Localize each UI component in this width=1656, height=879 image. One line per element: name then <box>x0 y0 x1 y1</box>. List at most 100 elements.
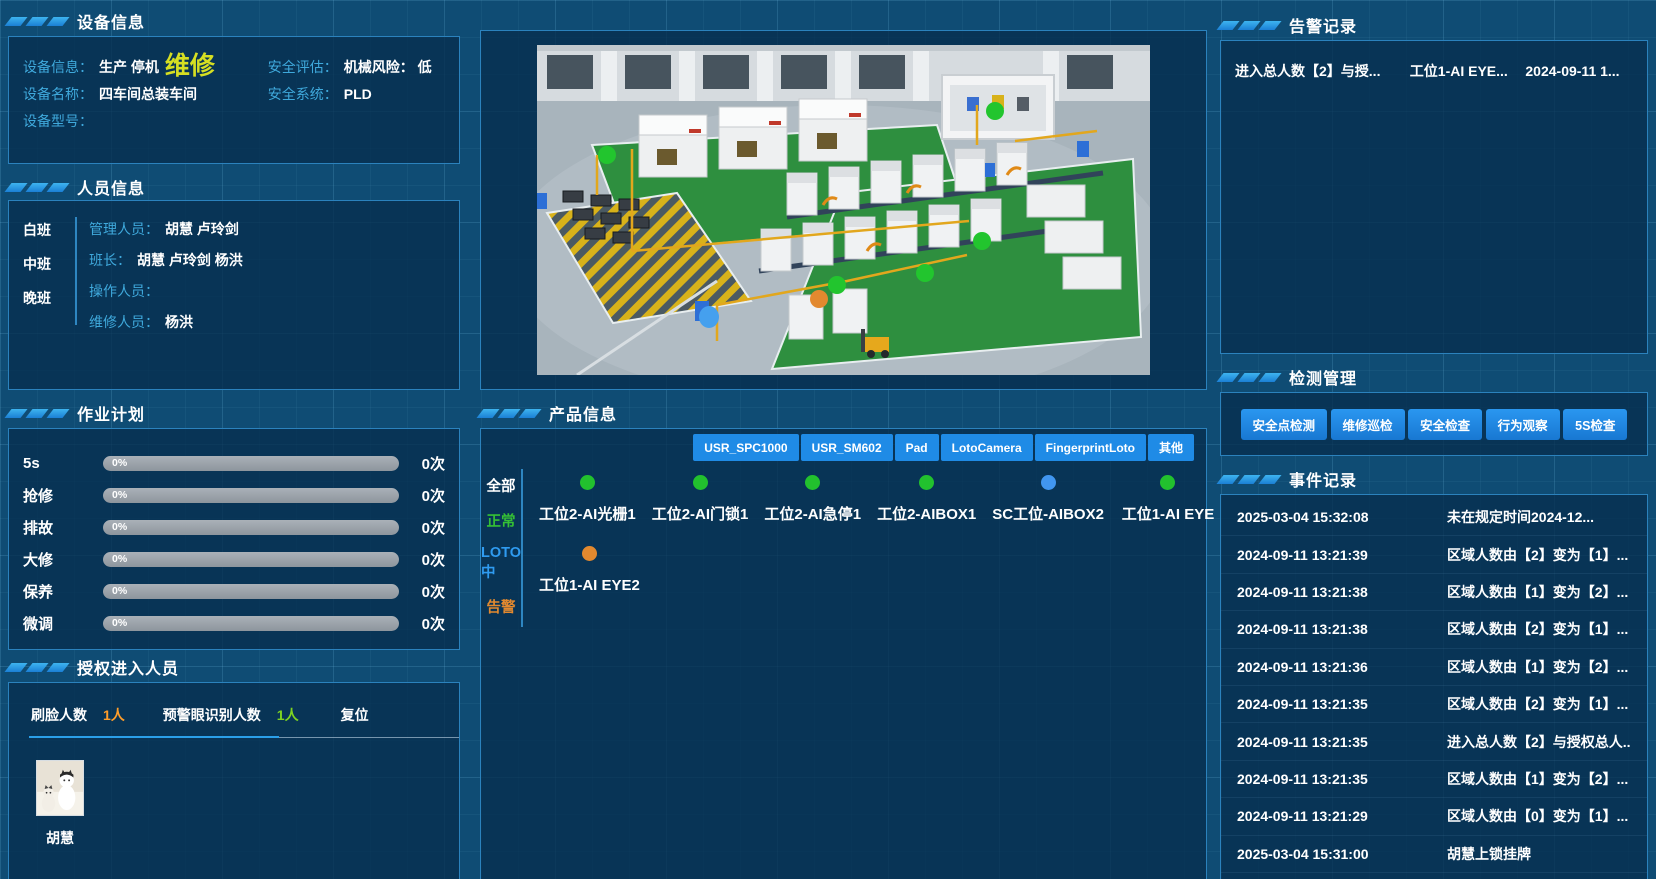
event-time: 2025-03-04 15:32:08 <box>1237 509 1447 525</box>
tab-loto[interactable]: LOTO中 <box>481 545 521 582</box>
event-records-title: 事件记录 <box>1289 467 1357 491</box>
safety-point-check-button[interactable]: 安全点检测 <box>1241 409 1328 440</box>
device-row: 工位2-AI光栅1 工位2-AI门锁1 工位2-AI急停1 工位2-A <box>539 469 1216 524</box>
alarm-device: 工位1-AI EYE... <box>1410 61 1518 81</box>
event-row[interactable]: 2024-09-11 13:21:38 区域人数由【1】变为【2】... <box>1221 574 1647 611</box>
device-name: 工位1-AI EYE2 <box>539 574 640 595</box>
device-item[interactable]: SC工位-AIBOX2 <box>992 469 1104 524</box>
event-time: 2024-09-11 13:21:35 <box>1237 771 1447 787</box>
product-info-panel: USR_SPC1000 USR_SM602 Pad LotoCamera Fin… <box>480 428 1207 879</box>
progress-percent: 0% <box>103 617 127 629</box>
product-status-tabs: 全部 正常 LOTO中 告警 <box>481 469 523 627</box>
event-row[interactable]: 2025-03-04 15:31:00 胡慧上锁挂牌 <box>1221 836 1647 873</box>
event-row[interactable]: 2024-09-11 13:21:38 区域人数由【2】变为【1】... <box>1221 611 1647 648</box>
plan-count: 0次 <box>399 549 445 570</box>
safety-system-value: PLD <box>344 86 372 102</box>
personnel-header: 人员信息 <box>8 176 145 198</box>
plan-count: 0次 <box>399 613 445 634</box>
tab-eye-count[interactable]: 预警眼识别人数 <box>163 705 261 725</box>
work-plan-panel: 5s 0% 0次 抢修 0% 0次 排故 0% 0次 大修 0% 0次 <box>8 428 460 650</box>
progress-bar: 0% <box>103 520 399 535</box>
filter-fingerprintloto-button[interactable]: FingerprintLoto <box>1035 434 1146 461</box>
personnel-panel: 白班 中班 晚班 管理人员： 胡慧 卢玲剑 班长： 胡慧 卢玲剑 杨洪 操作 <box>8 200 460 390</box>
event-records-header: 事件记录 <box>1220 468 1357 490</box>
event-row[interactable]: 2024-09-11 13:21:35 区域人数由【1】变为【2】... <box>1221 761 1647 798</box>
tab-day-shift[interactable]: 白班 <box>23 220 69 240</box>
product-filter-buttons: USR_SPC1000 USR_SM602 Pad LotoCamera Fin… <box>693 434 1194 461</box>
tab-alarm[interactable]: 告警 <box>487 596 516 617</box>
person-photo <box>36 760 84 816</box>
maintenance-patrol-button[interactable]: 维修巡检 <box>1331 409 1405 440</box>
event-message: 区域人数由【2】变为【1】... <box>1447 694 1631 714</box>
device-status-highlight: 维修 <box>165 54 215 79</box>
reset-button[interactable]: 复位 <box>341 705 369 725</box>
manager-value: 胡慧 卢玲剑 <box>165 219 239 239</box>
right-column: 告警记录 进入总人数【2】与授... 工位1-AI EYE... 2024-09… <box>1220 0 1648 879</box>
status-dot-green <box>805 475 820 490</box>
tab-night-shift[interactable]: 晚班 <box>23 288 69 308</box>
event-row[interactable]: 2025-03-04 15:32:08 未在规定时间2024-12... <box>1221 499 1647 536</box>
status-dot-green <box>919 475 934 490</box>
device-item[interactable]: 工位1-AI EYE <box>1120 469 1216 524</box>
progress-bar: 0% <box>103 552 399 567</box>
behavior-observation-button[interactable]: 行为观察 <box>1486 409 1560 440</box>
device-item[interactable]: 工位1-AI EYE2 <box>539 540 640 595</box>
progress-percent: 0% <box>103 553 127 565</box>
tab-normal[interactable]: 正常 <box>487 510 516 531</box>
filter-lotocamera-button[interactable]: LotoCamera <box>941 434 1033 461</box>
event-row[interactable]: 2024-09-11 13:21:29 区域人数由【0】变为【1】... <box>1221 798 1647 835</box>
event-message: 区域人数由【1】变为【2】... <box>1447 657 1631 677</box>
section-marker-icon <box>8 17 66 26</box>
alarm-row[interactable]: 进入总人数【2】与授... 工位1-AI EYE... 2024-09-11 1… <box>1221 41 1647 93</box>
tab-all[interactable]: 全部 <box>487 475 516 496</box>
device-item[interactable]: 工位2-AI门锁1 <box>652 469 749 524</box>
device-name-label: 设备名称： <box>23 84 93 104</box>
safety-eval-label: 安全评估： <box>268 57 338 77</box>
5s-check-button[interactable]: 5S检查 <box>1563 409 1627 440</box>
plan-label: 排故 <box>15 517 103 538</box>
event-records-panel: 2025-03-04 15:32:08 未在规定时间2024-12... 202… <box>1220 494 1648 879</box>
device-item[interactable]: 工位2-AIBOX1 <box>877 469 976 524</box>
device-name: 工位2-AIBOX1 <box>877 503 976 524</box>
device-status-value: 生产 停机 <box>99 57 159 77</box>
factory-view-panel <box>480 30 1207 390</box>
event-row[interactable]: 2024-09-11 13:21:35 进入总人数【2】与授权总人... <box>1221 723 1647 760</box>
filter-usr-sm602-button[interactable]: USR_SM602 <box>801 434 893 461</box>
event-time: 2024-09-11 13:21:35 <box>1237 696 1447 712</box>
work-plan-title: 作业计划 <box>77 401 145 425</box>
filter-usr-spc1000-button[interactable]: USR_SPC1000 <box>693 434 798 461</box>
plan-row: 保养 0% 0次 <box>15 575 445 607</box>
left-column: 设备信息 设备信息： 生产 停机 维修 安全评估： 机械风险： 低 设备名称： … <box>8 0 460 879</box>
event-time: 2024-09-11 13:21:38 <box>1237 621 1447 637</box>
event-row[interactable]: 2024-09-11 13:21:39 区域人数由【2】变为【1】... <box>1221 536 1647 573</box>
event-row[interactable]: 2024-09-11 13:21:35 区域人数由【2】变为【1】... <box>1221 686 1647 723</box>
filter-other-button[interactable]: 其他 <box>1148 434 1194 461</box>
event-message: 区域人数由【1】变为【2】... <box>1447 769 1631 789</box>
device-info-panel: 设备信息： 生产 停机 维修 安全评估： 机械风险： 低 设备名称： 四车间总装… <box>8 36 460 164</box>
device-model-field: 设备型号： <box>23 107 268 134</box>
event-row[interactable]: 2024-09-11 13:21:36 区域人数由【1】变为【2】... <box>1221 649 1647 686</box>
device-item[interactable]: 工位2-AI光栅1 <box>539 469 636 524</box>
vertical-divider <box>75 217 77 325</box>
factory-monitoring-dashboard: 设备信息 设备信息： 生产 停机 维修 安全评估： 机械风险： 低 设备名称： … <box>0 0 1656 879</box>
filter-pad-button[interactable]: Pad <box>895 434 939 461</box>
safety-eval-value: 机械风险： 低 <box>344 57 432 77</box>
progress-percent: 0% <box>103 489 127 501</box>
safety-inspection-button[interactable]: 安全检查 <box>1408 409 1482 440</box>
product-info-title: 产品信息 <box>549 401 617 425</box>
plan-label: 微调 <box>15 613 103 634</box>
device-name: SC工位-AIBOX2 <box>992 503 1104 524</box>
person-name: 胡慧 <box>31 828 89 848</box>
tab-middle-shift[interactable]: 中班 <box>23 254 69 274</box>
authorized-tabs: 刷脸人数 1人 预警眼识别人数 1人 复位 <box>31 705 459 738</box>
tab-face-count[interactable]: 刷脸人数 <box>31 705 87 725</box>
device-item[interactable]: 工位2-AI急停1 <box>764 469 861 524</box>
factory-3d-view[interactable] <box>537 45 1150 375</box>
alarm-records-panel: 进入总人数【2】与授... 工位1-AI EYE... 2024-09-11 1… <box>1220 40 1648 354</box>
device-row: 工位1-AI EYE2 <box>539 540 1216 595</box>
foreman-label: 班长： <box>89 250 131 270</box>
device-name-field: 设备名称： 四车间总装车间 <box>23 80 268 107</box>
plan-row: 微调 0% 0次 <box>15 607 445 639</box>
progress-bar: 0% <box>103 488 399 503</box>
person-card[interactable]: 胡慧 <box>31 760 89 848</box>
